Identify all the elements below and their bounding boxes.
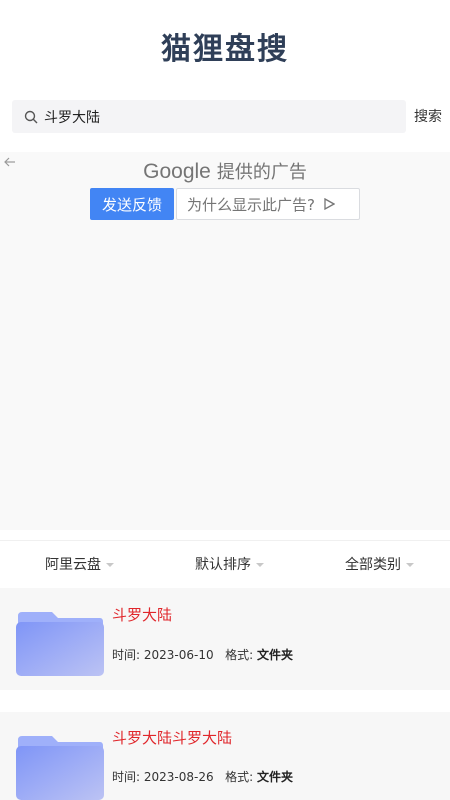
- app-title: 猫狸盘搜: [161, 32, 289, 67]
- result-time-label: 时间:: [112, 770, 141, 784]
- result-card[interactable]: 斗罗大陆 时间: 2023-06-10 格式: 文件夹: [0, 588, 450, 690]
- search-bar[interactable]: [12, 100, 406, 133]
- folder-icon: [16, 604, 104, 676]
- search-icon: [24, 110, 38, 124]
- result-title[interactable]: 斗罗大陆斗罗大陆: [112, 727, 232, 748]
- result-meta: 时间: 2023-06-10 格式: 文件夹: [112, 646, 293, 663]
- result-meta: 时间: 2023-08-26 格式: 文件夹: [112, 768, 293, 785]
- ad-area: Google 提供的广告 发送反馈 为什么显示此广告?: [0, 152, 450, 530]
- ad-why-label: 为什么显示此广告?: [187, 195, 315, 214]
- search-button[interactable]: 搜索: [414, 106, 442, 126]
- filter-sort[interactable]: 默认排序: [195, 554, 264, 574]
- filter-category-label: 全部类别: [345, 557, 401, 573]
- folder-icon: [16, 728, 104, 800]
- search-input[interactable]: [44, 108, 374, 125]
- chevron-down-icon: [406, 563, 414, 567]
- ad-feedback-button[interactable]: 发送反馈: [90, 188, 174, 220]
- result-format: 文件夹: [256, 648, 293, 662]
- filter-source-label: 阿里云盘: [45, 557, 101, 573]
- filter-category[interactable]: 全部类别: [345, 554, 414, 574]
- result-card[interactable]: 斗罗大陆斗罗大陆 时间: 2023-08-26 格式: 文件夹: [0, 712, 450, 800]
- ad-provider-text: 提供的广告: [216, 162, 307, 183]
- filter-sort-label: 默认排序: [195, 557, 251, 573]
- ad-provider-brand: Google: [143, 160, 211, 183]
- result-time-label: 时间:: [112, 648, 141, 662]
- result-title[interactable]: 斗罗大陆: [112, 604, 172, 625]
- result-time: 2023-06-10: [143, 648, 214, 662]
- filter-bar: 阿里云盘 默认排序 全部类别: [0, 540, 450, 586]
- result-time: 2023-08-26: [143, 770, 214, 784]
- result-format-label: 格式:: [225, 770, 254, 784]
- ad-why-button[interactable]: 为什么显示此广告?: [176, 188, 360, 220]
- result-format-label: 格式:: [225, 648, 254, 662]
- chevron-down-icon: [106, 563, 114, 567]
- chevron-down-icon: [256, 563, 264, 567]
- play-icon: [323, 198, 335, 210]
- filter-source[interactable]: 阿里云盘: [45, 554, 114, 574]
- ad-provider-line: Google 提供的广告: [0, 158, 450, 184]
- result-format: 文件夹: [256, 770, 293, 784]
